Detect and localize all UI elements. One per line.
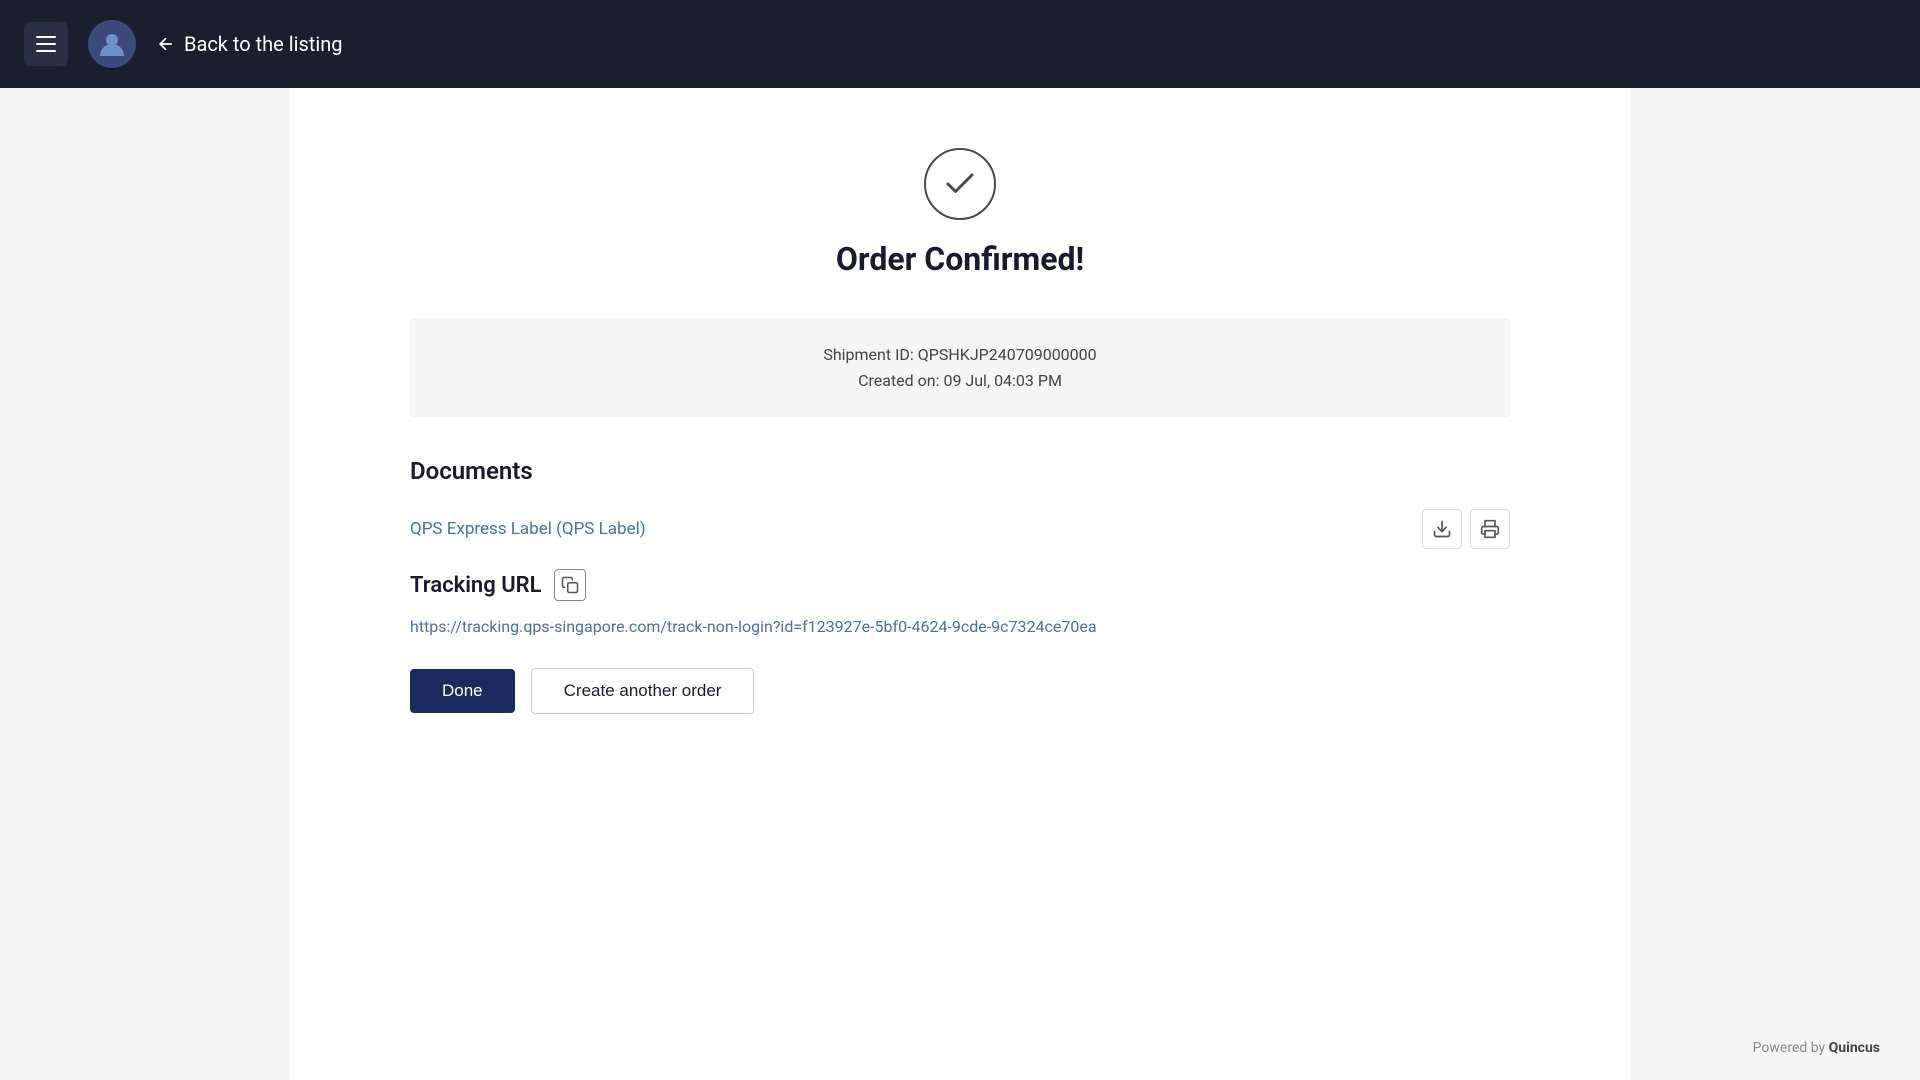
card-wrapper: Order Confirmed! Shipment ID: QPSHKJP240… — [0, 88, 1920, 1080]
shipment-info-box: Shipment ID: QPSHKJP240709000000 Created… — [410, 318, 1510, 417]
print-icon — [1480, 519, 1500, 539]
powered-by-text: Powered by — [1753, 1040, 1829, 1056]
done-button[interactable]: Done — [410, 669, 515, 713]
qps-label-link[interactable]: QPS Express Label (QPS Label) — [410, 519, 646, 539]
brand-name: Quincus — [1829, 1040, 1880, 1056]
download-icon — [1432, 519, 1452, 539]
documents-section: Documents QPS Express Label (QPS Label) — [410, 457, 1510, 714]
main-content: Order Confirmed! Shipment ID: QPSHKJP240… — [0, 88, 1920, 1080]
tracking-url-label: Tracking URL — [410, 573, 542, 598]
navbar: Back to the listing — [0, 0, 1920, 88]
hamburger-menu-button[interactable] — [24, 22, 68, 66]
copy-icon — [561, 576, 579, 594]
created-on: Created on: 09 Jul, 04:03 PM — [450, 368, 1470, 394]
back-to-listing-button[interactable]: Back to the listing — [156, 32, 342, 56]
tracking-url-link[interactable]: https://tracking.qps-singapore.com/track… — [410, 617, 1510, 636]
hamburger-line — [36, 43, 56, 45]
qps-label-row: QPS Express Label (QPS Label) — [410, 509, 1510, 549]
create-another-order-button[interactable]: Create another order — [531, 668, 755, 714]
download-button[interactable] — [1422, 509, 1462, 549]
copy-url-button[interactable] — [554, 569, 586, 601]
footer: Powered by Quincus — [1753, 1040, 1880, 1056]
tracking-url-row: Tracking URL — [410, 569, 1510, 601]
hamburger-line — [36, 50, 56, 52]
order-confirmed-title: Order Confirmed! — [836, 240, 1084, 278]
back-label: Back to the listing — [184, 32, 342, 56]
back-arrow-icon — [156, 34, 176, 54]
check-circle-icon — [942, 166, 978, 202]
confirmation-card: Order Confirmed! Shipment ID: QPSHKJP240… — [290, 88, 1630, 1080]
documents-title: Documents — [410, 457, 1510, 485]
buttons-row: Done Create another order — [410, 668, 1510, 714]
hamburger-line — [36, 36, 56, 38]
avatar[interactable] — [88, 20, 136, 68]
success-icon-wrapper — [924, 148, 996, 220]
print-button[interactable] — [1470, 509, 1510, 549]
avatar-icon — [96, 28, 128, 60]
shipment-id: Shipment ID: QPSHKJP240709000000 — [450, 342, 1470, 368]
label-actions — [1422, 509, 1510, 549]
